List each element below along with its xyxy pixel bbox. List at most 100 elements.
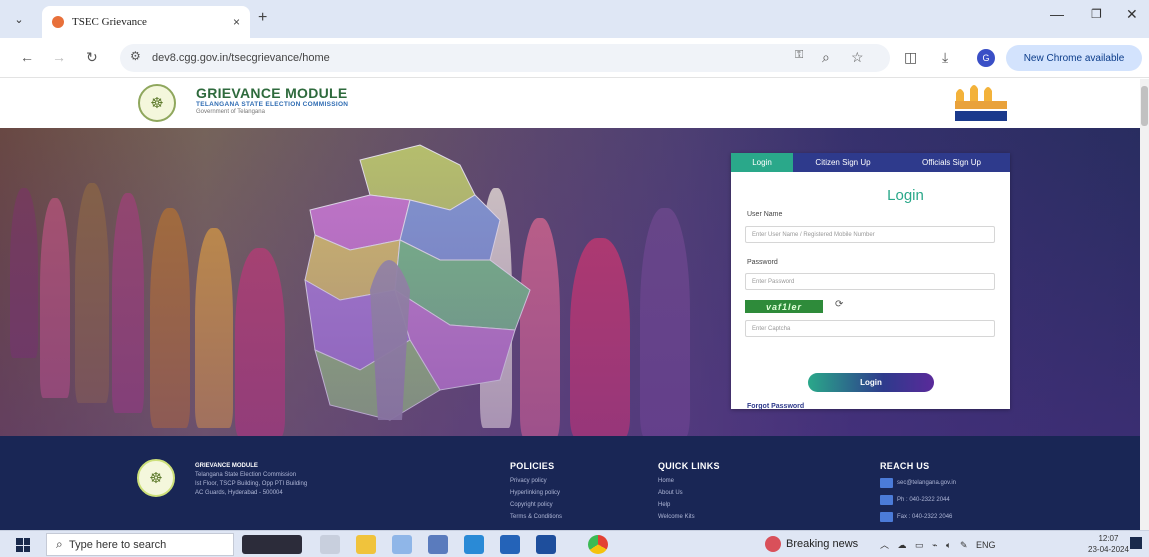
footer-quick-links: QUICK LINKS Home About Us Help Welcome K… [658,461,720,523]
footer-org-block: GRIEVANCE MODULE Telangana State Electio… [195,462,307,498]
site-header: ☸ GRIEVANCE MODULE TELANGANA STATE ELECT… [0,79,1140,128]
taskbar-search-input[interactable]: Type here to search [46,533,234,556]
footer-org-line: Ist Floor, TSCP Building, Opp PTI Buildi… [195,481,308,487]
reload-icon[interactable]: ↻ [86,49,98,66]
footer-org-line: Telangana State Election Commission [195,472,297,478]
username-label: User Name [747,211,783,218]
app-icon[interactable] [392,535,412,554]
captcha-refresh-icon[interactable]: ⟳ [835,299,843,310]
zoom-icon[interactable]: ⌕ [822,49,830,66]
close-icon[interactable]: ✕ [1126,6,1138,23]
phone-icon [880,495,893,505]
chrome-update-button[interactable]: New Chrome available [1006,45,1142,71]
taskbar-clock[interactable]: 12:07 23-04-2024 [1088,533,1129,555]
browser-toolbar: ← → ↻ dev8.cgg.gov.in/tsecgrievance/home… [0,38,1149,78]
task-view-icon[interactable] [320,535,340,554]
edge-icon[interactable] [464,535,484,554]
news-weather-icon[interactable] [765,536,781,552]
new-tab-icon[interactable]: + [258,9,267,27]
election-finger-logo [955,85,1007,121]
policy-link[interactable]: Copyright policy [510,499,562,511]
policy-link[interactable]: Privacy policy [510,475,562,487]
username-input[interactable]: Enter User Name / Registered Mobile Numb… [745,226,995,243]
language-indicator[interactable]: ENG [976,540,996,550]
site-info-icon[interactable]: ⚙ [130,49,141,63]
login-heading: Login [887,187,924,204]
footer-policies: POLICIES Privacy policy Hyperlinking pol… [510,461,562,523]
minimize-icon[interactable]: — [1050,6,1064,22]
back-icon[interactable]: ← [20,49,34,65]
restore-icon[interactable]: ❐ [1091,7,1102,21]
password-label: Password [747,259,778,266]
volume-icon[interactable]: 🔈︎ [946,540,951,550]
browser-tab-bar: ⌄ TSEC Grievance × + — ❐ ✕ [0,0,1149,38]
quick-link[interactable]: About Us [658,487,720,499]
search-icon: ⌕ [56,537,63,551]
policy-link[interactable]: Hyperlinking policy [510,487,562,499]
forgot-password-link[interactable]: Forgot Password [747,403,804,410]
reach-email[interactable]: sec@telangana.gov.in [880,477,956,489]
system-tray[interactable]: ︿ ☁ ▭ ⌁ 🔈︎ ✎ ENG [880,538,996,551]
site-title: GRIEVANCE MODULE [196,85,348,101]
password-input[interactable]: Enter Password [745,273,995,290]
display-icon[interactable]: ▭ [915,540,924,550]
policy-link[interactable]: Terms & Conditions [510,511,562,523]
windows-start-icon[interactable] [16,538,30,552]
password-key-icon[interactable]: ⚿ [795,49,803,62]
reach-phone: Ph : 040-2322 2044 [880,494,956,506]
reach-us-heading: REACH US [880,461,930,471]
tab-search-icon[interactable]: ⌄ [10,10,28,28]
outlook-icon[interactable] [500,535,520,554]
tab-title: TSEC Grievance [72,16,147,28]
file-explorer-icon[interactable] [356,535,376,554]
chrome-icon[interactable] [588,535,608,554]
address-bar[interactable]: dev8.cgg.gov.in/tsecgrievance/home [120,44,890,72]
notification-icon[interactable] [1130,537,1142,549]
taskbar-thumbnail-app[interactable] [242,535,302,554]
network-icon[interactable]: ⌁ [932,540,937,550]
browser-tab[interactable]: TSEC Grievance × [42,6,250,38]
url-text: dev8.cgg.gov.in/tsecgrievance/home [152,52,330,64]
tab-favicon-icon [52,16,64,28]
policies-heading: POLICIES [510,461,555,471]
footer-org-heading: GRIEVANCE MODULE [195,463,258,469]
clock-time: 12:07 [1098,534,1119,543]
tray-chevron-icon[interactable]: ︿ [880,540,889,550]
hero-banner: Login Citizen Sign Up Officials Sign Up … [0,128,1140,436]
forward-icon[interactable]: → [52,49,66,65]
login-button[interactable]: Login [808,373,934,392]
quick-link[interactable]: Welcome Kits [658,511,720,523]
captcha-image: vaf1ler [745,300,823,313]
site-subtitle: TELANGANA STATE ELECTION COMMISSION [196,101,349,108]
footer-reach-us: REACH US sec@telangana.gov.in Ph : 040-2… [880,461,956,528]
bookmark-star-icon[interactable]: ☆ [851,49,864,66]
tab-officials-sign-up[interactable]: Officials Sign Up [893,153,1010,172]
fax-icon [880,512,893,522]
site-government-text: Government of Telangana [196,109,265,115]
page-scrollbar[interactable] [1140,79,1149,530]
cloud-icon[interactable]: ☁ [898,540,907,550]
tsec-emblem-logo[interactable]: ☸ [138,84,176,122]
captcha-input[interactable]: Enter Captcha [745,320,995,337]
quick-link[interactable]: Help [658,499,720,511]
extensions-icon[interactable]: ◫ [904,49,917,66]
tab-login[interactable]: Login [731,153,793,172]
clock-date: 23-04-2024 [1088,545,1129,554]
quick-link[interactable]: Home [658,475,720,487]
windows-taskbar: Type here to search ⌕ Breaking news ︿ ☁ … [0,530,1149,557]
site-footer: ☸ GRIEVANCE MODULE Telangana State Elect… [0,436,1140,530]
mail-icon [880,478,893,488]
tab-citizen-sign-up[interactable]: Citizen Sign Up [793,153,893,172]
profile-avatar[interactable]: G [977,49,995,67]
reach-fax: Fax : 040-2322 2046 [880,511,956,523]
quick-links-heading: QUICK LINKS [658,461,720,471]
word-icon[interactable] [536,535,556,554]
tab-close-icon[interactable]: × [233,15,240,29]
login-card: Login Citizen Sign Up Officials Sign Up … [731,153,1010,410]
download-icon[interactable]: ⤓ [942,49,948,66]
app-icon[interactable] [428,535,448,554]
pen-icon[interactable]: ✎ [960,540,968,550]
scrollbar-thumb[interactable] [1141,86,1148,126]
footer-org-line: AC Guards, Hyderabad - 500004 [195,490,283,496]
breaking-news-text[interactable]: Breaking news [786,538,858,550]
